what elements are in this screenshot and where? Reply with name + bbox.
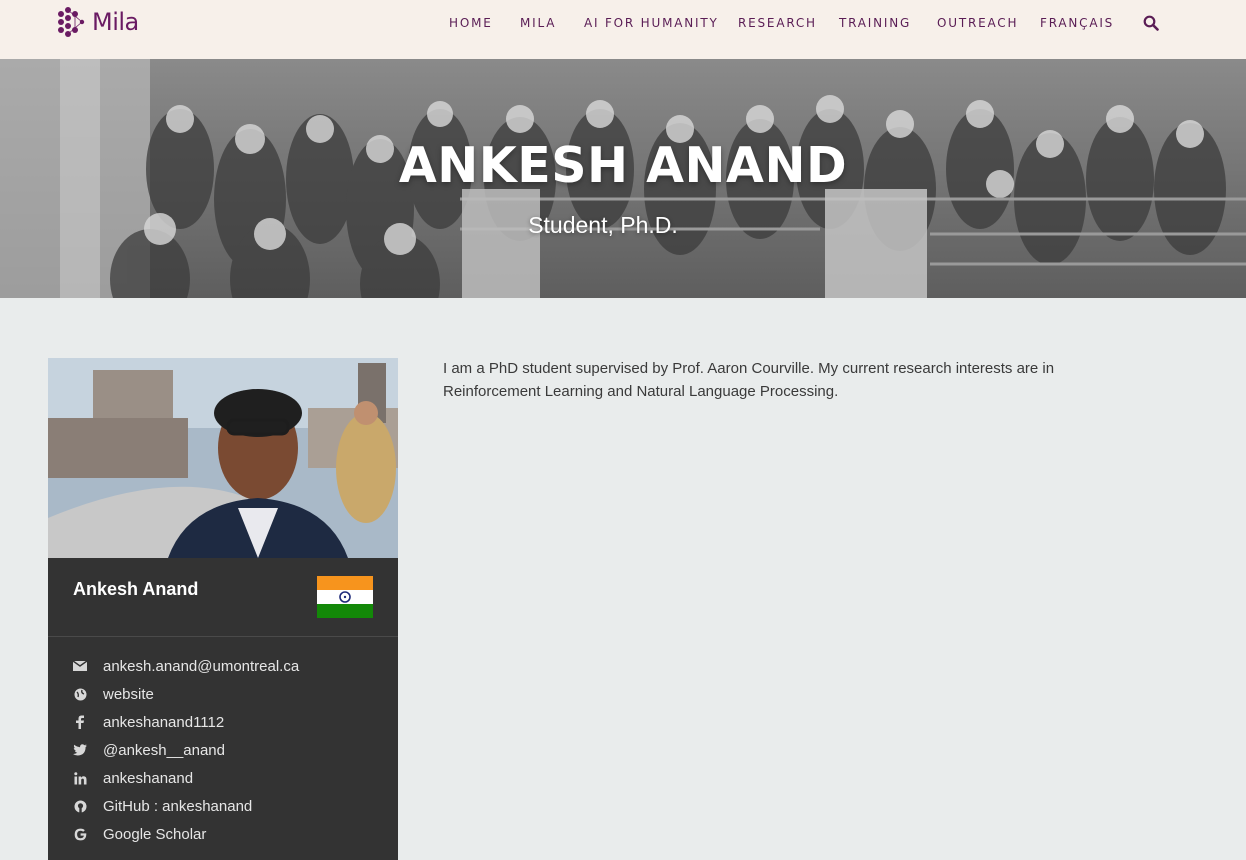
logo-text: Mila	[92, 8, 139, 36]
site-header: Mila HOME MILA AI FOR HUMANITY RESEARCH …	[0, 0, 1246, 59]
contact-github[interactable]: GitHub : ankeshanand	[73, 796, 252, 816]
page-title: ANKESH ANAND	[398, 137, 848, 194]
nav-outreach[interactable]: OUTREACH	[937, 16, 1018, 30]
mila-logo-mark-icon	[58, 7, 85, 37]
contact-email[interactable]: ankesh.anand@umontreal.ca	[73, 656, 299, 676]
globe-icon	[73, 687, 87, 701]
mila-logo[interactable]: Mila	[54, 4, 139, 40]
profile-photo-image	[48, 358, 398, 558]
contact-twitter-text: @ankesh__anand	[103, 741, 225, 759]
nav-mila[interactable]: MILA	[520, 16, 556, 30]
contact-email-text: ankesh.anand@umontreal.ca	[103, 657, 300, 675]
nav-research[interactable]: RESEARCH	[738, 16, 817, 30]
india-flag-icon	[317, 576, 373, 618]
linkedin-icon	[73, 771, 87, 785]
envelope-icon	[73, 659, 87, 673]
card-divider	[48, 636, 398, 637]
twitter-icon	[73, 743, 87, 757]
google-icon	[73, 827, 87, 841]
profile-name: Ankesh Anand	[73, 579, 199, 599]
profile-card: Ankesh Anand ankesh.anand@umontreal.ca w…	[48, 358, 398, 860]
nav-francais[interactable]: FRANÇAIS	[1040, 16, 1114, 30]
contact-google-scholar-text: Google Scholar	[103, 825, 207, 843]
nav-home[interactable]: HOME	[449, 16, 493, 30]
facebook-icon	[73, 715, 87, 729]
contact-linkedin[interactable]: ankeshanand	[73, 768, 193, 788]
page-subtitle: Student, Ph.D.	[528, 212, 678, 238]
contact-facebook[interactable]: ankeshanand1112	[73, 712, 224, 732]
search-icon[interactable]	[1143, 15, 1159, 31]
contact-twitter[interactable]: @ankesh__anand	[73, 740, 225, 760]
contact-website-text: website	[103, 685, 154, 703]
nav-training[interactable]: TRAINING	[839, 16, 911, 30]
hero-banner: ANKESH ANAND Student, Ph.D.	[0, 59, 1246, 298]
contact-github-text: GitHub : ankeshanand	[103, 797, 253, 815]
profile-photo	[48, 358, 398, 558]
contact-facebook-text: ankeshanand1112	[103, 713, 225, 731]
contact-google-scholar[interactable]: Google Scholar	[73, 824, 206, 844]
bio-text: I am a PhD student supervised by Prof. A…	[443, 360, 1055, 400]
contact-website[interactable]: website	[73, 684, 154, 704]
github-icon	[73, 799, 87, 813]
contact-linkedin-text: ankeshanand	[103, 769, 194, 787]
nav-ai-for-humanity[interactable]: AI FOR HUMANITY	[584, 16, 719, 30]
